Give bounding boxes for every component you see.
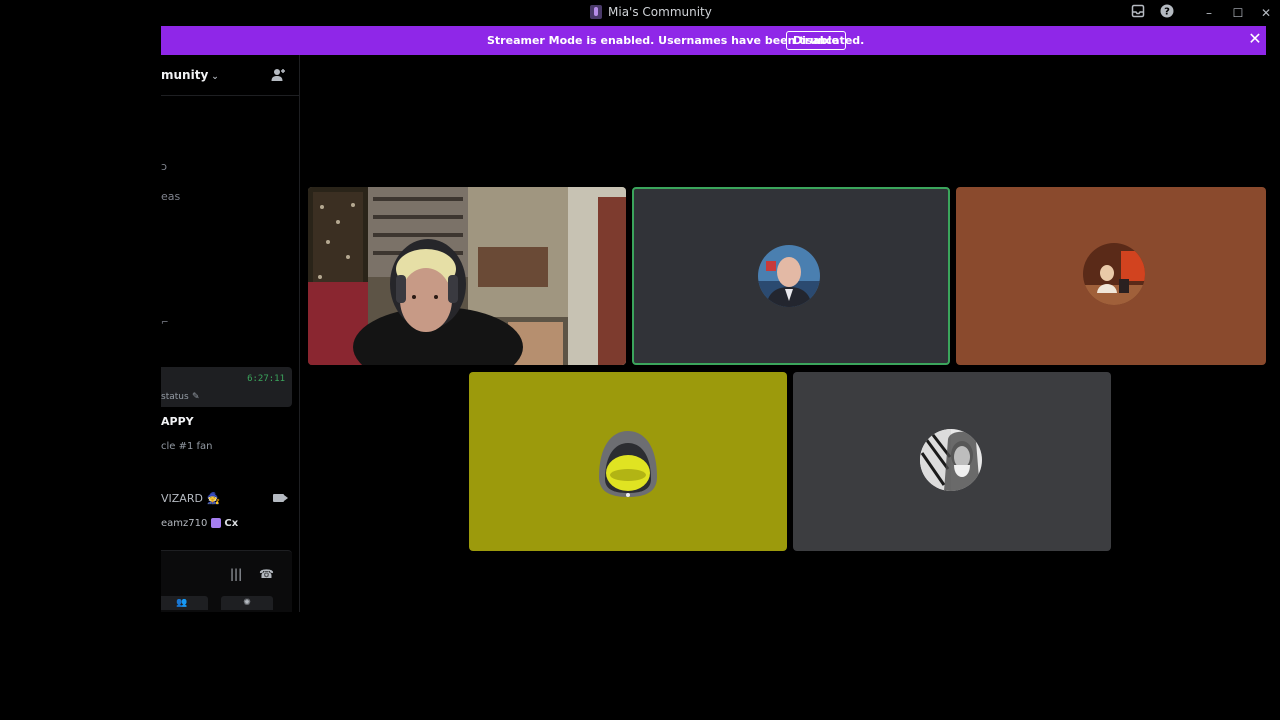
add-member-icon[interactable]: [270, 67, 288, 83]
member-name: eamz710: [161, 518, 208, 529]
banner-close-icon[interactable]: ✕: [1247, 31, 1263, 47]
member-name[interactable]: VIZARD 🧙: [161, 492, 220, 505]
participant-avatar: [591, 427, 665, 501]
webcam-feed: [308, 187, 626, 365]
help-icon[interactable]: ?: [1158, 4, 1176, 22]
edit-pencil-icon[interactable]: ✎: [192, 392, 200, 402]
badge-icon: [211, 518, 222, 528]
title-bar: Mia's Community ? – ☐ ✕: [160, 0, 1280, 25]
channel-fragment[interactable]: ɔ: [161, 160, 167, 173]
video-tile-orange[interactable]: [956, 187, 1266, 365]
server-name-text: munity: [161, 68, 209, 82]
chevron-down-icon: ⌄: [211, 72, 219, 82]
voice-status-card: 6:27:11 status ✎: [161, 367, 292, 407]
noise-suppression-icon[interactable]: |||: [230, 568, 246, 580]
set-status-label[interactable]: status: [161, 392, 189, 402]
video-tile-gray[interactable]: [793, 372, 1111, 551]
window-title: Mia's Community: [590, 5, 712, 19]
app-window: Mia's Community ? – ☐ ✕ Streamer Mode is…: [0, 0, 1280, 720]
inbox-icon[interactable]: [1129, 4, 1147, 22]
window-title-text: Mia's Community: [608, 5, 712, 19]
participant-avatar: [758, 245, 820, 307]
close-button[interactable]: ✕: [1257, 4, 1275, 22]
video-tile-camera[interactable]: [308, 187, 626, 365]
server-icon: [590, 5, 602, 19]
soundboard-button[interactable]: ✺: [221, 596, 273, 610]
member-row[interactable]: eamz710 Cx: [161, 518, 238, 529]
participant-avatar: [920, 429, 982, 491]
disconnect-icon[interactable]: ☎: [259, 568, 275, 580]
video-tile-speaking[interactable]: [632, 187, 950, 365]
participant-avatar: [1083, 243, 1145, 305]
member-tag: Cx: [224, 518, 239, 529]
camera-icon: [273, 494, 288, 502]
activities-button[interactable]: 👥: [161, 596, 208, 610]
server-header[interactable]: munity ⌄: [161, 55, 299, 96]
svg-text:?: ?: [1164, 7, 1170, 18]
channel-fragment[interactable]: eas: [161, 190, 180, 203]
maximize-button[interactable]: ☐: [1229, 4, 1247, 22]
channel-fragment[interactable]: ⌐: [161, 318, 169, 328]
server-name[interactable]: munity ⌄: [161, 68, 219, 82]
call-stage: [301, 55, 1280, 612]
minimize-button[interactable]: –: [1200, 4, 1218, 22]
disable-streamer-mode-button[interactable]: Disable: [786, 31, 846, 50]
video-tile-yellow[interactable]: [469, 372, 787, 551]
voice-controls-panel: ||| ☎ 👥 ✺: [161, 550, 292, 612]
channel-sidebar: munity ⌄ ɔ eas ⌐ 6:27:11 status ✎ APPY cl…: [161, 55, 300, 612]
call-timer: 6:27:11: [247, 374, 285, 384]
streamer-mode-banner: Streamer Mode is enabled. Usernames have…: [161, 26, 1266, 55]
member-subtext: cle #1 fan: [161, 441, 213, 452]
member-name[interactable]: APPY: [161, 415, 194, 428]
